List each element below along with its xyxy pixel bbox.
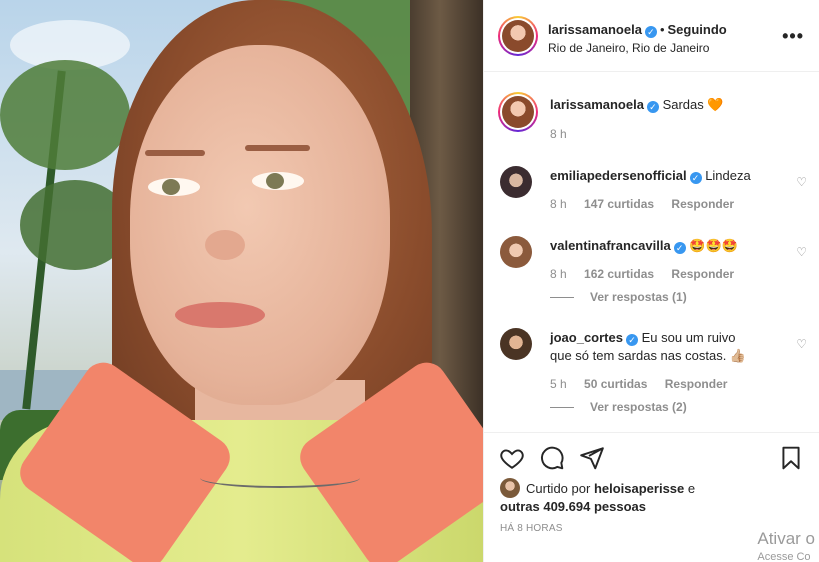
comment-likes[interactable]: 50 curtidas	[584, 377, 647, 391]
post-timestamp[interactable]: HÁ 8 HORAS	[500, 523, 563, 534]
liker-username[interactable]: heloisaperisse	[594, 481, 684, 496]
action-bar	[484, 432, 819, 480]
caption-username[interactable]: larissamanoela	[550, 97, 644, 112]
photo-eye-left	[148, 178, 200, 196]
caption-time[interactable]: 8 h	[550, 127, 567, 141]
post-location[interactable]: Rio de Janeiro, Rio de Janeiro	[548, 41, 727, 55]
comment-time[interactable]: 8 h	[550, 267, 567, 281]
comment-heart-icon[interactable]: ♡	[796, 337, 807, 351]
verified-icon: ✓	[644, 26, 657, 38]
comment-heart-icon[interactable]: ♡	[796, 175, 807, 189]
photo-brow-right	[245, 145, 310, 151]
post-header: larissamanoela ✓ • Seguindo Rio de Janeiro,…	[484, 0, 819, 72]
comment-username[interactable]: joao_cortes	[550, 330, 623, 345]
likes-count[interactable]: outras 409.694 pessoas	[500, 499, 646, 514]
liker-avatar[interactable]	[500, 478, 520, 498]
comment-avatar[interactable]	[500, 166, 532, 198]
photo-nose	[205, 230, 245, 260]
bookmark-icon[interactable]	[778, 445, 804, 471]
photo-palm-leaves	[0, 60, 130, 170]
comment-username[interactable]: valentinafrancavilla	[550, 238, 671, 253]
post-photo[interactable]	[0, 0, 483, 562]
windows-activation-watermark: Ativar o Acesse Co	[757, 530, 815, 562]
comment-avatar[interactable]	[500, 236, 532, 268]
likes-summary: Curtido por heloisaperisse e outras 409.…	[500, 478, 695, 516]
more-icon[interactable]: •••	[782, 26, 804, 47]
comment-text: 🤩🤩🤩	[689, 238, 738, 253]
author-avatar[interactable]	[498, 16, 538, 56]
likes-and: e	[687, 481, 696, 496]
watermark-line1: Ativar o	[757, 529, 815, 548]
caption-text: Sardas	[662, 97, 704, 112]
verified-icon: ✓	[625, 334, 638, 346]
follow-status-button[interactable]: Seguindo	[668, 22, 727, 37]
comment-text: Lindeza	[705, 168, 751, 183]
verified-icon: ✓	[673, 242, 686, 254]
caption-emoji: 🧡	[707, 97, 724, 112]
comment-icon[interactable]	[539, 445, 565, 471]
caption-avatar[interactable]	[498, 92, 538, 132]
comment-item: emiliapedersenofficial ✓ Lindeza 8 h 147 …	[550, 167, 790, 211]
separator-dot: •	[659, 22, 665, 37]
watermark-line2: Acesse Co	[757, 551, 811, 562]
comment-likes[interactable]: 162 curtidas	[584, 267, 654, 281]
photo-necklace	[200, 468, 360, 488]
view-replies-label[interactable]: Ver respostas (1)	[590, 290, 687, 304]
comment-time[interactable]: 5 h	[550, 377, 567, 391]
photo-face	[130, 45, 390, 405]
view-replies-label[interactable]: Ver respostas (2)	[590, 400, 687, 414]
share-icon[interactable]	[579, 445, 605, 471]
reply-button[interactable]: Responder	[671, 267, 734, 281]
comment-time[interactable]: 8 h	[550, 197, 567, 211]
reply-button[interactable]: Responder	[671, 197, 734, 211]
photo-lips	[175, 302, 265, 328]
comment-avatar[interactable]	[500, 328, 532, 360]
reply-button[interactable]: Responder	[665, 377, 728, 391]
likes-prefix: Curtido por	[526, 481, 591, 496]
post-side-panel: larissamanoela ✓ • Seguindo Rio de Janeiro,…	[483, 0, 819, 562]
replies-line	[550, 407, 574, 409]
verified-icon: ✓	[646, 101, 659, 113]
caption: larissamanoela ✓ Sardas 🧡 8 h	[550, 96, 800, 141]
author-info: larissamanoela ✓ • Seguindo Rio de Janeiro,…	[548, 21, 727, 55]
photo-brow-left	[145, 150, 205, 156]
comment-heart-icon[interactable]: ♡	[796, 245, 807, 259]
comment-likes[interactable]: 147 curtidas	[584, 197, 654, 211]
comment-username[interactable]: emiliapedersenofficial	[550, 168, 687, 183]
view-replies-button[interactable]: Ver respostas (2)	[550, 400, 687, 414]
photo-eye-right	[252, 172, 304, 190]
replies-line	[550, 297, 574, 299]
view-replies-button[interactable]: Ver respostas (1)	[550, 290, 687, 304]
verified-icon: ✓	[689, 172, 702, 184]
author-username[interactable]: larissamanoela	[548, 22, 642, 37]
comment-item: joao_cortes ✓ Eu sou um ruivo que só tem …	[550, 329, 755, 391]
comment-item: valentinafrancavilla ✓ 🤩🤩🤩 8 h 162 curtid…	[550, 237, 790, 281]
heart-icon[interactable]	[499, 445, 525, 471]
